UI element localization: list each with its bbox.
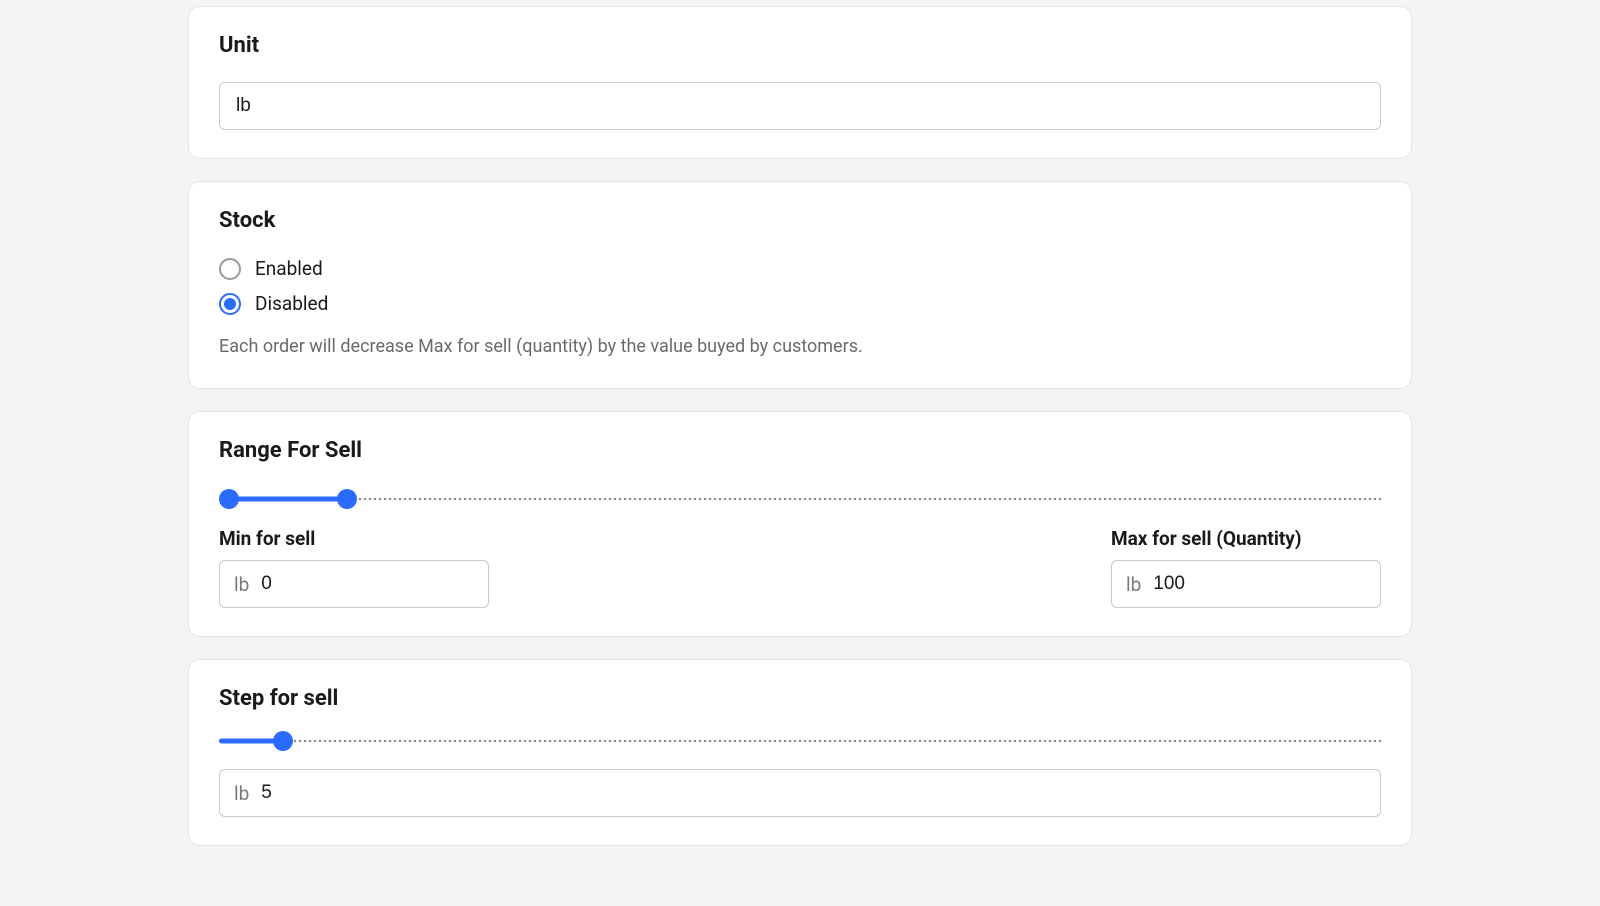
range-min-input[interactable] [261, 573, 506, 595]
stock-radio-disabled[interactable]: Disabled [219, 292, 1381, 315]
stock-enabled-label: Enabled [255, 257, 323, 280]
unit-prefix: lb [234, 782, 249, 805]
range-slider-handle-max[interactable] [337, 489, 357, 509]
radio-circle-icon [219, 258, 241, 280]
step-card: Step for sell lb [188, 659, 1412, 846]
range-min-col: Min for sell lb [219, 527, 489, 608]
range-slider-handle-min[interactable] [219, 489, 239, 509]
range-min-input-wrap[interactable]: lb [219, 560, 489, 608]
slider-track-icon [219, 739, 1381, 744]
range-slider[interactable] [219, 487, 1381, 511]
range-max-label: Max for sell (Quantity) [1111, 527, 1381, 550]
stock-radio-group: Enabled Disabled [219, 257, 1381, 315]
stock-radio-enabled[interactable]: Enabled [219, 257, 1381, 280]
range-min-label: Min for sell [219, 527, 489, 550]
range-max-col: Max for sell (Quantity) lb [1111, 527, 1381, 608]
unit-prefix: lb [234, 573, 249, 596]
step-title: Step for sell [219, 686, 1381, 711]
unit-input[interactable] [219, 82, 1381, 130]
unit-card: Unit [188, 6, 1412, 159]
range-max-input[interactable] [1153, 573, 1398, 595]
radio-dot-icon [224, 298, 236, 310]
step-slider[interactable] [219, 729, 1381, 753]
radio-circle-icon [219, 293, 241, 315]
slider-track-icon [219, 497, 1381, 502]
range-title: Range For Sell [219, 438, 1381, 463]
step-input-wrap[interactable]: lb [219, 769, 1381, 817]
stock-help-text: Each order will decrease Max for sell (q… [219, 333, 1381, 360]
step-slider-handle[interactable] [273, 731, 293, 751]
stock-disabled-label: Disabled [255, 292, 328, 315]
range-card: Range For Sell Min for sell lb Max for s… [188, 411, 1412, 637]
range-max-input-wrap[interactable]: lb [1111, 560, 1381, 608]
unit-title: Unit [219, 33, 1381, 58]
unit-prefix: lb [1126, 573, 1141, 596]
stock-title: Stock [219, 208, 1381, 233]
step-input[interactable] [261, 782, 1366, 804]
stock-card: Stock Enabled Disabled Each order will d… [188, 181, 1412, 389]
